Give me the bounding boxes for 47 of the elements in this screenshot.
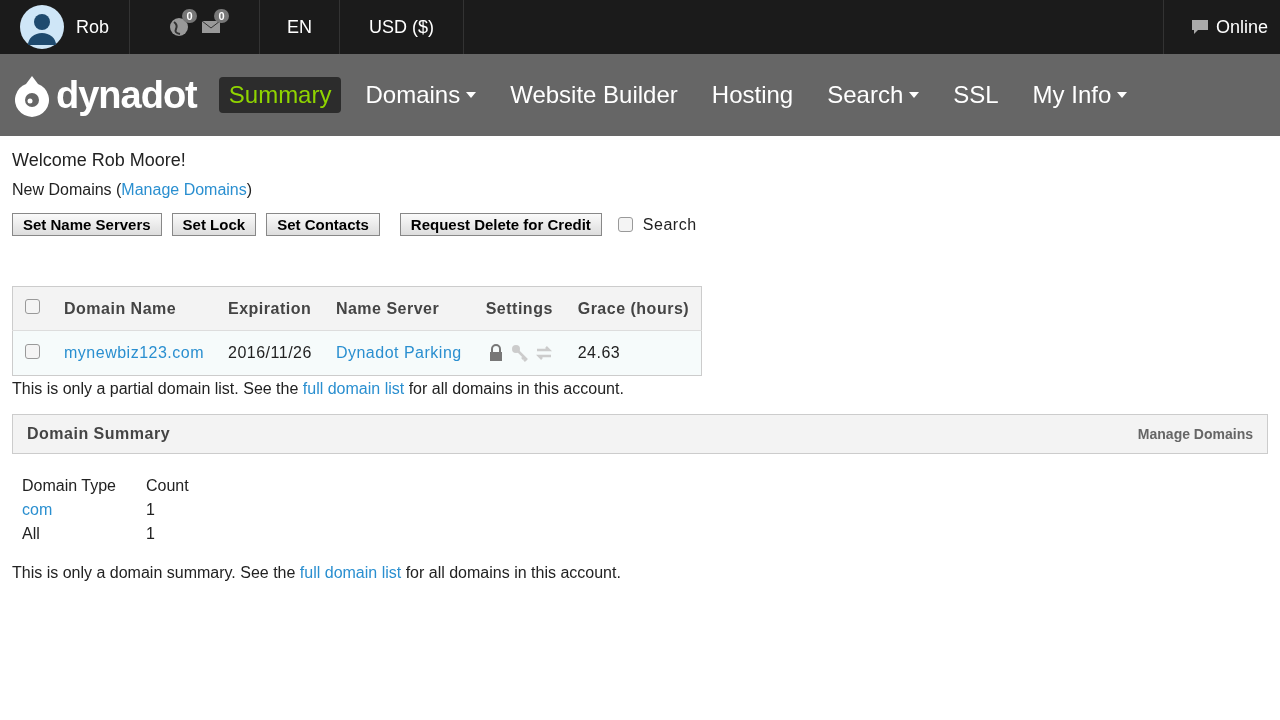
column-header: Expiration: [216, 286, 324, 331]
select-all-checkbox[interactable]: [25, 299, 40, 314]
welcome-text: Welcome Rob Moore!: [12, 150, 187, 171]
manage-domains-link[interactable]: Manage Domains: [1137, 426, 1253, 442]
online-status[interactable]: Online: [1215, 16, 1268, 38]
table-cell-text: 1: [145, 500, 156, 520]
row-checkbox[interactable]: [25, 343, 40, 359]
manage-domains-link[interactable]: Manage Domains: [121, 181, 247, 198]
action-button[interactable]: Request Delete for Credit: [399, 213, 602, 236]
nav-tab[interactable]: Search: [817, 77, 930, 113]
user-name[interactable]: Rob: [76, 16, 110, 38]
nav-tab[interactable]: My Info: [1022, 77, 1138, 113]
column-header: Count: [145, 476, 190, 496]
chat-bubble-icon: [1189, 17, 1210, 37]
avatar-icon: [20, 5, 64, 49]
action-button[interactable]: Set Contacts: [266, 213, 380, 236]
action-button[interactable]: Set Lock: [171, 213, 257, 236]
search-checkbox[interactable]: [617, 217, 633, 232]
column-header: Domain Name: [52, 286, 216, 331]
language-selector[interactable]: EN: [287, 16, 313, 38]
nav-tab[interactable]: Domains: [355, 77, 487, 113]
action-button[interactable]: Set Name Servers: [12, 213, 162, 236]
column-header: Name Server: [323, 286, 474, 331]
note-text: This is only a partial domain list. See the full domain list for all domains in this account.: [12, 380, 625, 398]
domain-type: All: [22, 525, 40, 542]
full-list-link[interactable]: full domain list: [302, 380, 405, 397]
currency-selector[interactable]: USD ($): [369, 16, 435, 38]
table-cell-text: 1: [145, 524, 156, 544]
column-header: Domain Type: [21, 476, 117, 496]
new-domains-text: New Domains (Manage Domains): [12, 181, 254, 199]
logo-text[interactable]: dynadot: [56, 73, 197, 117]
column-header: Settings: [473, 286, 566, 331]
nav-tab[interactable]: Summary: [218, 77, 342, 113]
full-list-link[interactable]: full domain list: [299, 564, 402, 581]
search-label: Search: [642, 215, 697, 234]
table-cell: 24.63: [565, 330, 702, 376]
note-text: This is only a domain summary. See the full domain list for all domains in this account.: [12, 564, 622, 582]
nav-tab[interactable]: Hosting: [701, 77, 804, 113]
count-badge: 0: [182, 9, 197, 23]
domain-type-link[interactable]: com: [22, 501, 53, 518]
table-cell: 2016/11/26: [216, 330, 324, 376]
nav-tab[interactable]: SSL: [943, 77, 1009, 113]
count-badge: 0: [214, 9, 229, 23]
column-header: Grace (hours): [565, 286, 702, 331]
nav-tab[interactable]: Website Builder: [500, 77, 688, 113]
panel-title: Domain Summary: [27, 425, 171, 443]
globe-icon[interactable]: [168, 17, 189, 37]
